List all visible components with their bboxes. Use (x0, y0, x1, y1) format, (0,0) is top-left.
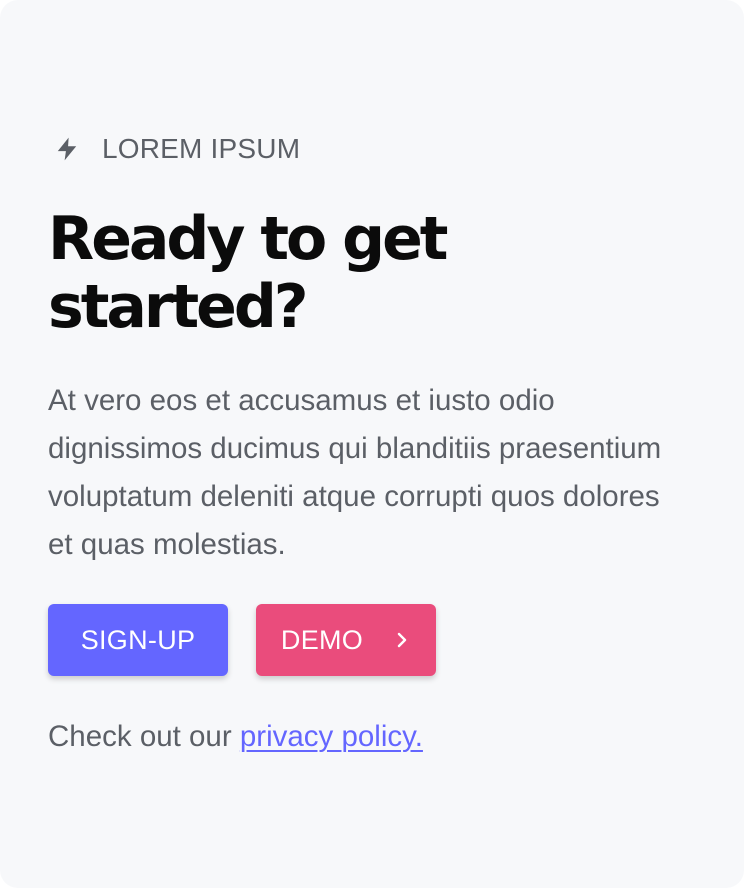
sign-up-button[interactable]: SIGN-UP (48, 604, 228, 676)
page-title: Ready to get started? (48, 205, 608, 341)
title-line-1: Ready to get (48, 204, 448, 274)
eyebrow-text: LOREM IPSUM (102, 133, 301, 164)
demo-button-label: DEMO (280, 624, 364, 655)
privacy-policy-link[interactable]: privacy policy. (240, 720, 423, 753)
demo-button[interactable]: DEMO (256, 604, 436, 676)
action-buttons: SIGN-UP DEMO (48, 604, 436, 676)
footer-text: Check out our (48, 720, 232, 753)
cta-card: LOREM IPSUM Ready to get started? At ver… (0, 0, 744, 888)
sign-up-button-label: SIGN-UP (80, 624, 196, 655)
footer-note: Check out our privacy policy. (48, 714, 423, 760)
description: At vero eos et accusamus et iusto odio d… (48, 384, 662, 561)
chevron-right-icon (393, 631, 411, 649)
title-line-2: started? (48, 272, 309, 342)
eyebrow: LOREM IPSUM (52, 130, 300, 168)
lightning-bolt-icon (52, 134, 82, 164)
